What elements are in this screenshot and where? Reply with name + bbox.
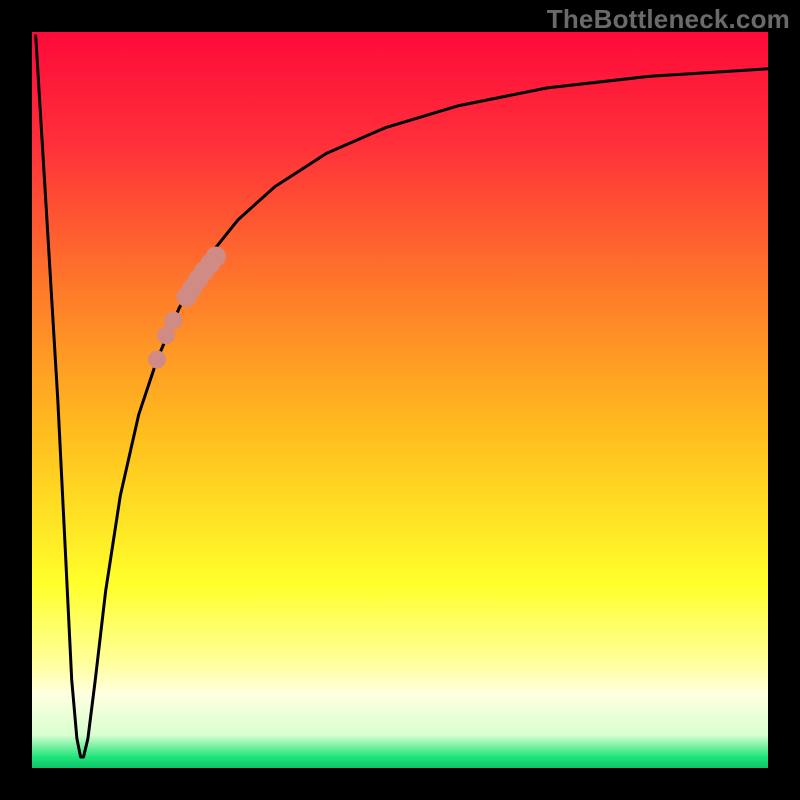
highlight-dot [206, 247, 226, 267]
highlight-dot [148, 351, 166, 369]
bottleneck-chart [0, 0, 800, 800]
chart-stage: TheBottleneck.com [0, 0, 800, 800]
highlight-dot [157, 326, 175, 344]
watermark-label: TheBottleneck.com [547, 4, 790, 35]
